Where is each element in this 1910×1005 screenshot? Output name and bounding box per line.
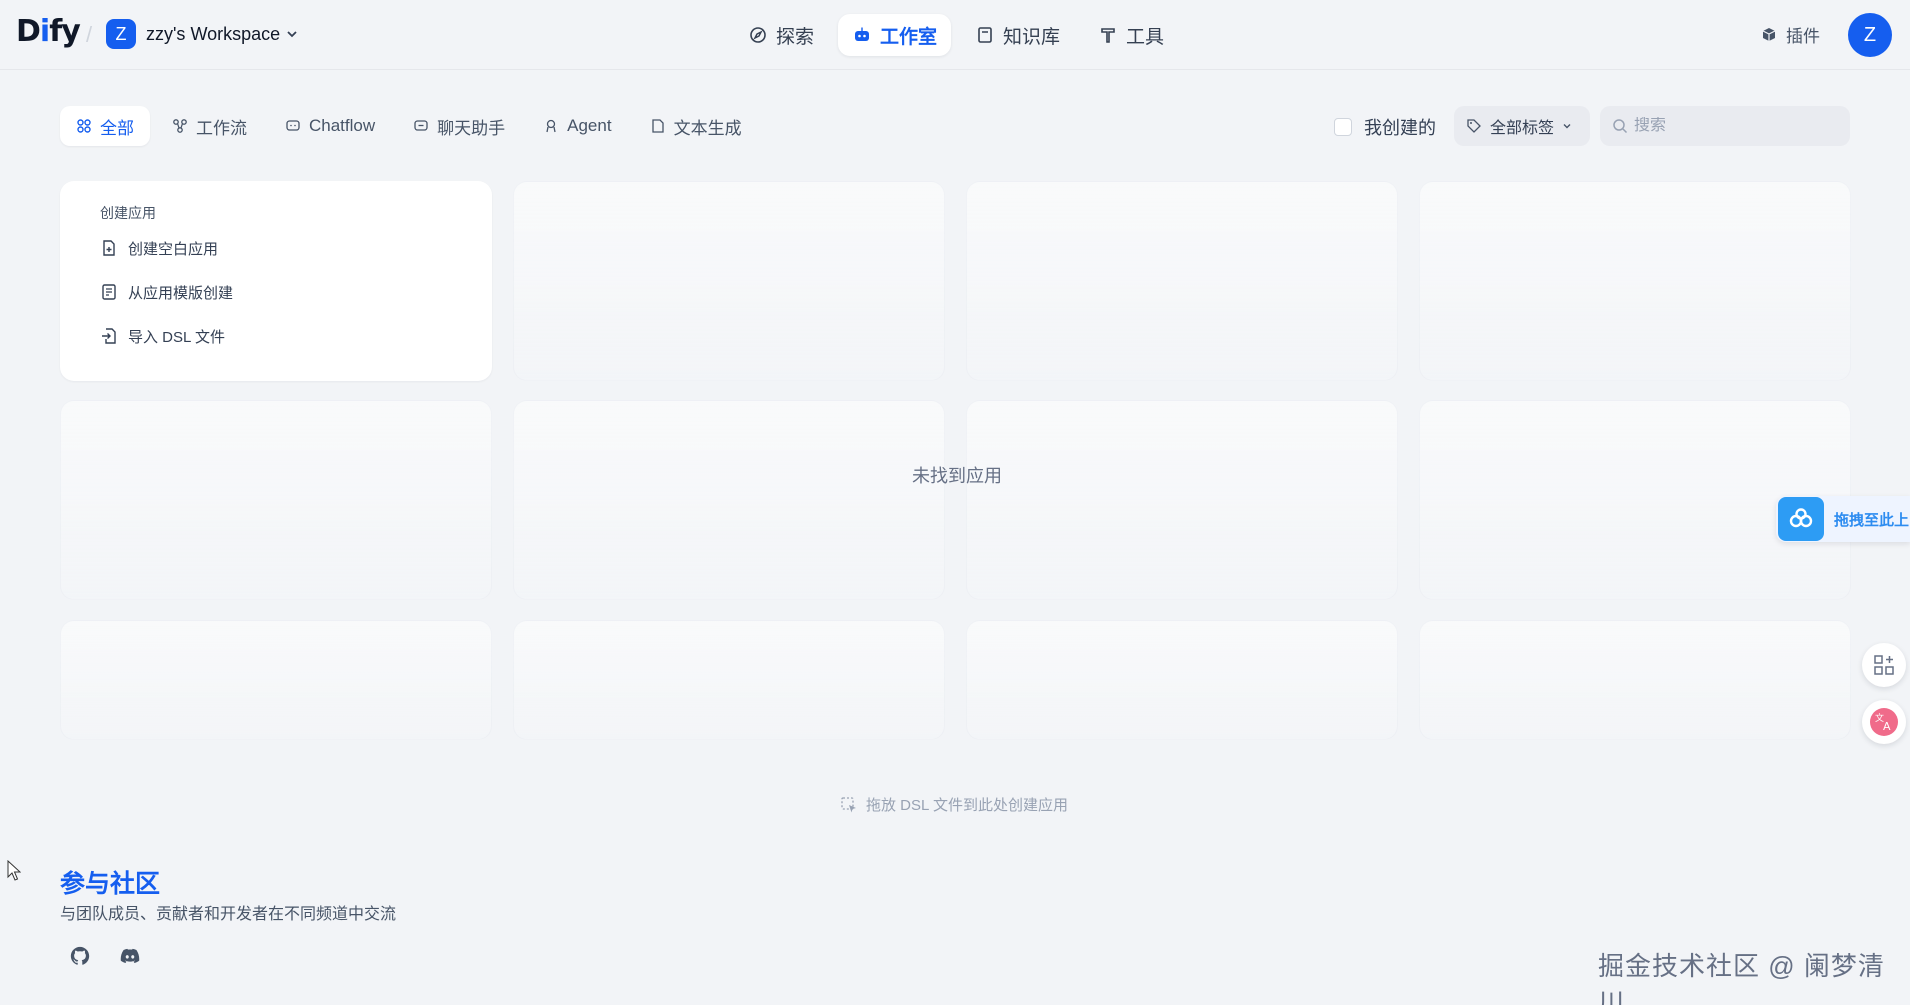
app-card-placeholder (513, 400, 945, 600)
create-app-title: 创建应用 (100, 205, 156, 221)
app-card-placeholder (966, 400, 1398, 600)
tab-completion[interactable]: 文本生成 (634, 106, 758, 146)
discord-icon (120, 948, 140, 964)
svg-text:A: A (1883, 720, 1891, 733)
tab-agent[interactable]: Agent (527, 106, 627, 146)
top-header: Dify / Z zzy's Workspace 探索 工作室 知识库 工具 插… (0, 0, 1910, 70)
app-card-placeholder (60, 400, 492, 600)
app-card-placeholder (1419, 181, 1851, 381)
dsl-drop-hint: 拖放 DSL 文件到此处创建应用 (840, 794, 1068, 815)
github-link[interactable] (64, 940, 96, 972)
grid-icon (77, 119, 91, 133)
empty-state-text: 未找到应用 (912, 466, 1002, 486)
robot-icon (855, 27, 870, 41)
book-icon (978, 27, 992, 43)
agent-icon (546, 119, 556, 133)
dsl-drop-hint-text: 拖放 DSL 文件到此处创建应用 (866, 797, 1068, 814)
breadcrumb-divider: / (86, 22, 93, 47)
tab-chatbot-label: 聊天助手 (437, 118, 506, 138)
create-from-template-label: 从应用模版创建 (128, 284, 234, 302)
search-input[interactable] (1634, 117, 1834, 135)
tab-chatbot[interactable]: 聊天助手 (397, 106, 521, 146)
app-card-placeholder (513, 181, 945, 381)
tag-filter-label: 全部标签 (1490, 120, 1555, 137)
chat-bubble-icon (414, 120, 428, 131)
workspace-name: zzy's Workspace (146, 23, 281, 44)
file-text-icon (651, 119, 664, 133)
chat-bubble-icon (286, 120, 300, 131)
tab-workflow-label: 工作流 (196, 118, 247, 138)
chevron-down-icon (1563, 124, 1571, 129)
hammer-icon (1101, 28, 1115, 43)
chevron-down-icon (287, 31, 297, 38)
app-card-placeholder (966, 620, 1398, 740)
app-card-placeholder (513, 620, 945, 740)
nav-explore[interactable]: 探索 (734, 14, 828, 56)
discord-link[interactable] (114, 940, 146, 972)
tab-all[interactable]: 全部 (60, 106, 150, 146)
import-dsl-button[interactable]: 导入 DSL 文件 (100, 323, 452, 349)
dify-logo[interactable]: Dify (16, 14, 81, 49)
nav-studio-label: 工作室 (880, 26, 938, 48)
tab-chatflow-label: Chatflow (309, 116, 376, 135)
template-icon (102, 284, 116, 300)
github-icon (70, 946, 90, 965)
tab-all-label: 全部 (100, 118, 134, 138)
tab-agent-label: Agent (567, 116, 612, 135)
nav-tools-label: 工具 (1126, 26, 1165, 48)
app-type-tabs: 全部 工作流 Chatflow 聊天助手 Agent 文本生成 (60, 106, 758, 146)
cloud-share-icon (1778, 497, 1824, 541)
translate-icon: 文A (1870, 708, 1898, 736)
nav-knowledge[interactable]: 知识库 (961, 14, 1074, 56)
drag-drop-icon (841, 796, 856, 812)
plugin-button[interactable]: 插件 (1760, 22, 1820, 47)
create-blank-app-label: 创建空白应用 (128, 240, 219, 258)
import-dsl-label: 导入 DSL 文件 (128, 328, 225, 346)
tab-completion-label: 文本生成 (673, 118, 742, 138)
workspace-switcher[interactable]: Z zzy's Workspace (106, 19, 298, 49)
workflow-icon (173, 119, 187, 133)
create-app-card: 创建应用 创建空白应用 从应用模版创建 导入 DSL 文件 (60, 181, 492, 381)
sidebar-apps-button[interactable] (1862, 643, 1906, 687)
community-title: 参与社区 (60, 870, 161, 898)
floating-upload-label: 拖拽至此上 (1834, 511, 1910, 529)
tag-icon (1467, 119, 1481, 133)
user-avatar[interactable]: Z (1848, 13, 1892, 57)
search-icon (1613, 119, 1628, 134)
grid-plus-icon (1874, 655, 1894, 675)
app-card-placeholder (966, 181, 1398, 381)
search-box[interactable] (1600, 106, 1850, 146)
nav-tools[interactable]: 工具 (1084, 14, 1178, 56)
watermark-text: 掘金技术社区 @ 阑梦清川 (1598, 951, 1885, 1005)
nav-studio[interactable]: 工作室 (838, 14, 952, 56)
cube-icon (1762, 27, 1776, 41)
created-by-me-filter[interactable]: 我创建的 (1334, 114, 1436, 140)
mouse-cursor-icon (7, 860, 21, 881)
create-from-template-button[interactable]: 从应用模版创建 (100, 279, 452, 305)
sidebar-translate-button[interactable]: 文A (1862, 700, 1906, 744)
workspace-badge: Z (106, 19, 136, 49)
tab-workflow[interactable]: 工作流 (156, 106, 263, 146)
floating-upload-widget[interactable]: 拖拽至此上 (1776, 496, 1910, 542)
app-card-placeholder (60, 620, 492, 740)
plugin-label: 插件 (1786, 27, 1820, 46)
main-nav: 探索 工作室 知识库 工具 (734, 14, 1178, 56)
nav-explore-label: 探索 (776, 26, 815, 48)
community-subtitle: 与团队成员、贡献者和开发者在不同频道中交流 (60, 906, 397, 923)
file-plus-icon (103, 240, 115, 256)
created-by-me-label: 我创建的 (1364, 118, 1436, 138)
file-import-icon (102, 328, 116, 344)
nav-knowledge-label: 知识库 (1003, 26, 1061, 48)
create-blank-app-button[interactable]: 创建空白应用 (100, 235, 452, 261)
app-card-placeholder (1419, 620, 1851, 740)
created-by-me-checkbox[interactable] (1334, 118, 1352, 136)
compass-icon (750, 27, 766, 43)
tag-filter-dropdown[interactable]: 全部标签 (1454, 106, 1590, 146)
tab-chatflow[interactable]: Chatflow (269, 106, 391, 146)
